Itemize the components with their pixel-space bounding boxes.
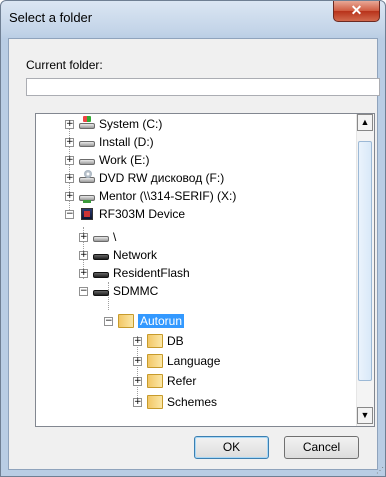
expand-icon[interactable]: + bbox=[79, 268, 88, 278]
tree-node-label: Mentor (\\314-SERIF) (X:) bbox=[99, 189, 237, 203]
folder-icon bbox=[147, 354, 163, 368]
expand-icon[interactable]: + bbox=[79, 250, 88, 260]
folder-icon bbox=[147, 395, 163, 409]
ok-button[interactable]: OK bbox=[194, 436, 269, 459]
collapse-icon[interactable]: − bbox=[79, 286, 88, 296]
tree-node-label: ResidentFlash bbox=[113, 266, 190, 280]
scroll-up-button[interactable]: ▲ bbox=[357, 114, 373, 131]
collapse-icon[interactable]: − bbox=[65, 209, 74, 219]
tree-node-label: Network bbox=[113, 248, 158, 262]
resize-grip-icon[interactable]: ⋰ bbox=[376, 466, 384, 475]
tree-node-network[interactable]: + Network bbox=[79, 246, 157, 264]
tree-node-label: DB bbox=[167, 334, 184, 348]
expand-icon[interactable]: + bbox=[133, 397, 142, 407]
drive-icon bbox=[93, 230, 109, 244]
tree-node-db[interactable]: + DB bbox=[133, 332, 184, 350]
tree-node-autorun[interactable]: − Autorun bbox=[104, 312, 185, 330]
expand-icon[interactable]: + bbox=[133, 376, 142, 386]
expand-icon[interactable]: + bbox=[133, 356, 142, 366]
drive-dark-icon bbox=[93, 248, 109, 262]
tree-node-label: Language bbox=[167, 354, 221, 368]
expand-icon[interactable]: + bbox=[65, 191, 74, 201]
tree-node-label: DVD RW дисковод (F:) bbox=[99, 171, 225, 185]
drive-icon bbox=[79, 135, 95, 149]
current-folder-input[interactable] bbox=[26, 78, 380, 96]
tree-node-language[interactable]: + Language bbox=[133, 352, 220, 370]
drive-dark-icon bbox=[93, 284, 109, 298]
tree-node-install-d[interactable]: + Install (D:) bbox=[65, 133, 154, 151]
tree-node-root[interactable]: + \ bbox=[79, 228, 116, 246]
scroll-down-button[interactable]: ▼ bbox=[357, 407, 373, 424]
tree-node-label: Install (D:) bbox=[99, 135, 154, 149]
close-icon: ✕ bbox=[350, 2, 363, 18]
network-drive-icon bbox=[79, 189, 95, 203]
arrow-down-icon: ▼ bbox=[360, 410, 370, 420]
close-button[interactable]: ✕ bbox=[333, 1, 380, 22]
tree-node-rf303m-device[interactable]: − RF303M Device bbox=[65, 205, 185, 223]
expand-icon[interactable]: + bbox=[65, 155, 74, 165]
windows-drive-icon bbox=[79, 116, 95, 131]
device-icon bbox=[79, 207, 95, 221]
tree-node-label: Autorun bbox=[138, 314, 185, 328]
expand-icon[interactable]: + bbox=[65, 137, 74, 147]
drive-icon bbox=[79, 153, 95, 167]
tree-node-system-c[interactable]: + System (C:) bbox=[65, 115, 162, 133]
tree-node-work-e[interactable]: + Work (E:) bbox=[65, 151, 149, 169]
tree-node-sdmmc[interactable]: − SDMMC bbox=[79, 282, 158, 300]
tree-node-residentflash[interactable]: + ResidentFlash bbox=[79, 264, 190, 282]
expand-icon[interactable]: + bbox=[133, 336, 142, 346]
tree-node-label: \ bbox=[113, 230, 117, 244]
tree-node-dvd-f[interactable]: + DVD RW дисковод (F:) bbox=[65, 169, 224, 187]
title-bar[interactable]: Select a folder ✕ bbox=[1, 1, 385, 39]
tree-node-label: SDMMC bbox=[113, 284, 159, 298]
tree-node-label: RF303M Device bbox=[99, 207, 186, 221]
dvd-drive-icon bbox=[79, 170, 95, 185]
tree-node-mentor-x[interactable]: + Mentor (\\314-SERIF) (X:) bbox=[65, 187, 236, 205]
folder-tree[interactable]: + System (C:) + Install (D:) + Work (E:)… bbox=[35, 113, 375, 427]
scroll-thumb[interactable] bbox=[358, 141, 372, 381]
folder-icon bbox=[147, 334, 163, 348]
cancel-button[interactable]: Cancel bbox=[284, 436, 359, 459]
collapse-icon[interactable]: − bbox=[104, 316, 113, 326]
tree-node-schemes[interactable]: + Schemes bbox=[133, 393, 217, 411]
tree-node-refer[interactable]: + Refer bbox=[133, 372, 196, 390]
expand-icon[interactable]: + bbox=[65, 173, 74, 183]
current-folder-label: Current folder: bbox=[26, 58, 103, 72]
window-title: Select a folder bbox=[9, 10, 93, 25]
tree-node-label: System (C:) bbox=[99, 117, 163, 131]
expand-icon[interactable]: + bbox=[65, 119, 74, 129]
tree-node-label: Refer bbox=[167, 374, 197, 388]
expand-icon[interactable]: + bbox=[79, 232, 88, 242]
tree-scrollbar[interactable]: ▲ ▼ bbox=[356, 114, 374, 426]
drive-dark-icon bbox=[93, 266, 109, 280]
tree-node-label: Work (E:) bbox=[99, 153, 150, 167]
folder-icon bbox=[118, 314, 134, 328]
folder-icon bbox=[147, 374, 163, 388]
tree-node-label: Schemes bbox=[167, 395, 218, 409]
arrow-up-icon: ▲ bbox=[360, 117, 370, 127]
